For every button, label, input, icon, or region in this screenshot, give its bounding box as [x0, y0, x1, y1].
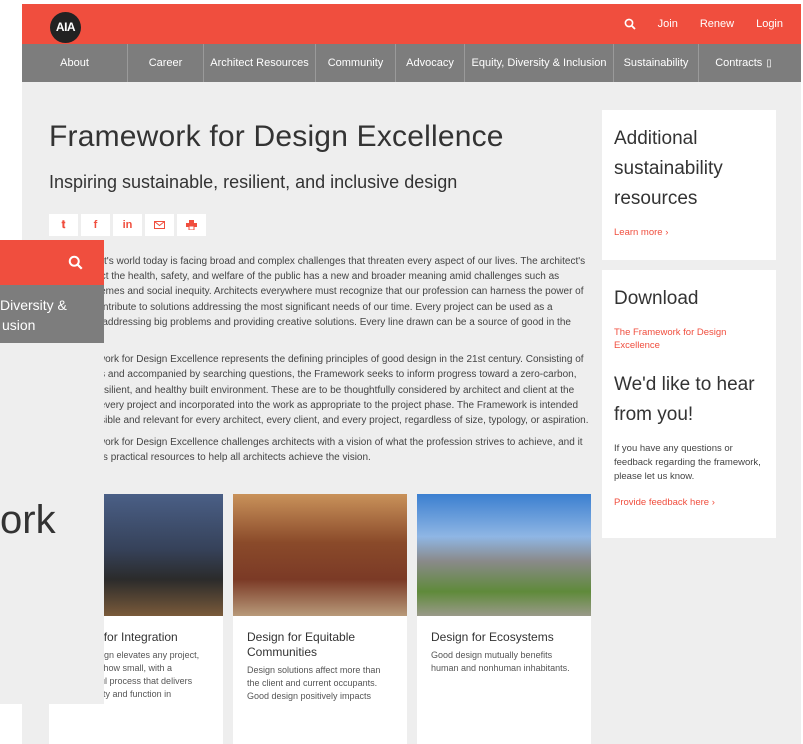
nav-item-advocacy[interactable]: Advocacy [396, 44, 465, 82]
download-title: Download [614, 288, 699, 309]
nav-item-career[interactable]: Career [128, 44, 204, 82]
linkedin-icon[interactable]: in [113, 214, 142, 236]
nav-item-equity[interactable]: Equity, Diversity & Inclusion [465, 44, 614, 82]
nav-label: Sustainability [623, 57, 689, 69]
feedback-heading: We'd like to hear from you! [614, 374, 755, 425]
twitter-icon[interactable]: 𝐭 [49, 214, 78, 236]
paragraph: The Framework for Design Excellence chal… [49, 437, 583, 464]
card-desc: Good design mutually benefits human and … [431, 650, 570, 673]
card-image [417, 494, 591, 616]
external-icon: ▯ [766, 57, 772, 69]
top-links: Join Renew Login [624, 4, 783, 44]
nav-label: Architect Resources [210, 57, 309, 69]
join-link[interactable]: Join [658, 18, 678, 30]
overlay-nav-line: usion [2, 317, 36, 333]
renew-link[interactable]: Renew [700, 18, 734, 30]
nav-item-architect-resources[interactable]: Architect Resources [204, 44, 316, 82]
paragraph: The architect's world today is facing br… [49, 256, 586, 343]
login-link[interactable]: Login [756, 18, 783, 30]
paragraph: The Framework for Design Excellence repr… [49, 354, 589, 427]
card-desc: Design solutions affect more than the cl… [247, 665, 381, 701]
share-bar: 𝐭 f in [49, 214, 206, 236]
nav-label: Community [327, 57, 384, 69]
nav-label: Advocacy [406, 57, 454, 69]
nav-label: Contracts [715, 57, 763, 69]
resources-title: Additional sustainability resources [614, 128, 723, 209]
feedback-link[interactable]: Provide feedback here › [614, 496, 764, 509]
search-icon[interactable] [624, 18, 636, 30]
nav-item-contracts[interactable]: Contracts ▯ [699, 44, 788, 82]
card-image [233, 494, 407, 616]
overlay-nav: Diversity & usion [0, 285, 104, 343]
principle-cards: Design for Integration Good design eleva… [49, 494, 591, 744]
learn-more-link[interactable]: Learn more › [614, 226, 764, 239]
card-title: Design for Equitable Communities [247, 630, 356, 659]
main-nav: About Career Architect Resources Communi… [22, 44, 801, 82]
search-icon[interactable] [68, 255, 83, 275]
nav-item-sustainability[interactable]: Sustainability [614, 44, 699, 82]
card-equitable[interactable]: Design for Equitable Communities Design … [233, 494, 407, 744]
main-content: Framework for Design Excellence Inspirin… [22, 82, 801, 744]
intro-text: The architect's world today is facing br… [49, 254, 589, 473]
overlay-nav-text: Diversity & usion [0, 295, 67, 335]
nav-item-about[interactable]: About [22, 44, 128, 82]
print-icon[interactable] [177, 214, 206, 236]
nav-label: About [60, 57, 89, 69]
download-box: Download The Framework for Design Excell… [602, 270, 776, 538]
email-icon[interactable] [145, 214, 174, 236]
card-title: Design for Ecosystems [431, 630, 554, 644]
top-bar: AIA Join Renew Login [22, 4, 801, 44]
overlay-screenshot: Diversity & usion ork GN [0, 240, 104, 704]
overlay-nav-line: Diversity & [0, 297, 67, 313]
overlay-big-text: ork [0, 498, 56, 542]
overlay-topbar [0, 240, 104, 285]
framework-download-link[interactable]: The Framework for Design Excellence [614, 326, 764, 352]
page: AIA Join Renew Login About Career Archit… [22, 4, 801, 744]
nav-label: Equity, Diversity & Inclusion [471, 57, 607, 69]
feedback-text: If you have any questions or feedback re… [614, 443, 761, 482]
nav-label: Career [148, 57, 183, 69]
nav-item-community[interactable]: Community [316, 44, 396, 82]
card-ecosystems[interactable]: Design for Ecosystems Good design mutual… [417, 494, 591, 744]
page-title: Framework for Design Excellence [49, 120, 504, 153]
page-subtitle: Inspiring sustainable, resilient, and in… [49, 172, 458, 192]
facebook-icon[interactable]: f [81, 214, 110, 236]
resources-box: Additional sustainability resources Lear… [602, 110, 776, 260]
sidebar: Additional sustainability resources Lear… [602, 110, 776, 548]
aia-logo[interactable]: AIA [50, 12, 81, 43]
